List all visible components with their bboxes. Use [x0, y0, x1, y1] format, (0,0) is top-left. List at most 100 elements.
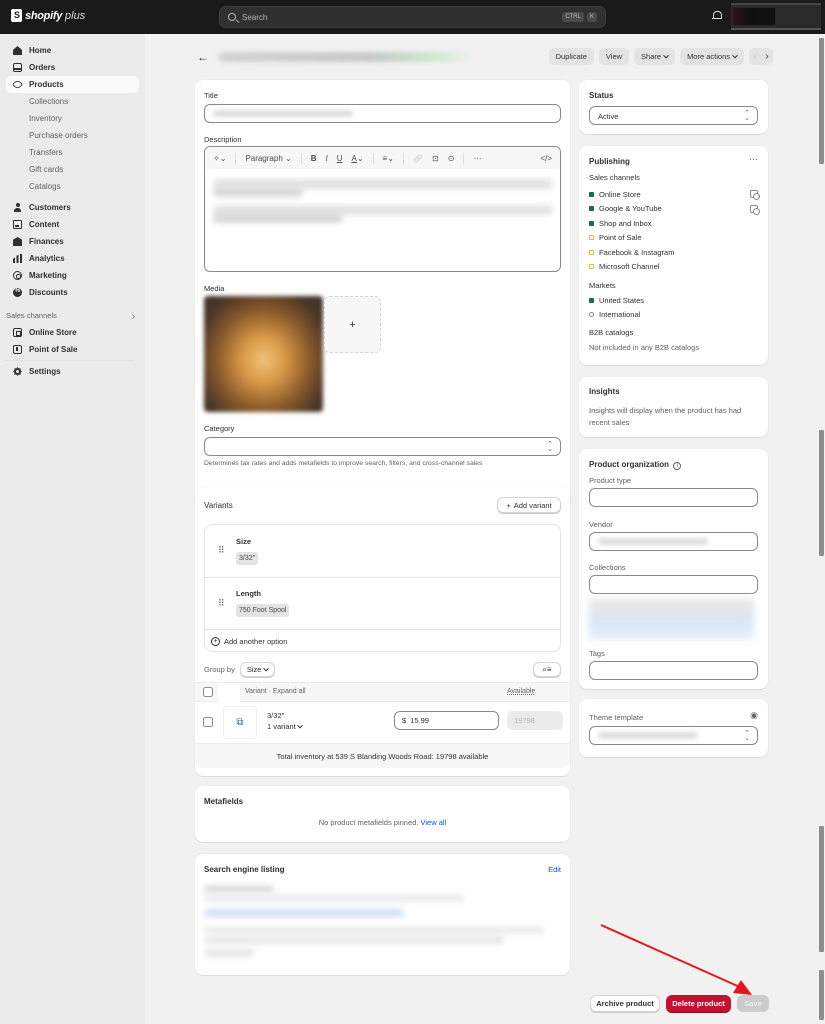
info-icon[interactable]: i [673, 462, 682, 470]
sidebar-item-purchase-orders[interactable]: Purchase orders [6, 127, 139, 144]
markets-row[interactable]: United States [589, 293, 758, 308]
title-input[interactable] [204, 104, 561, 123]
link-icon[interactable]: 🔗︎ [413, 154, 423, 163]
more-options-icon[interactable]: ··· [749, 154, 758, 164]
status-title: Status [589, 91, 614, 100]
drag-handle-icon[interactable]: ⠿ [218, 545, 225, 556]
align-icon[interactable]: ≡⌄ [383, 154, 394, 163]
select-all-checkbox[interactable] [203, 687, 213, 697]
share-button[interactable]: Share [634, 48, 676, 65]
text-color-icon[interactable]: A⌄ [352, 154, 364, 163]
status-select[interactable]: Active ⌃ ⌄ [589, 106, 758, 125]
add-media-button[interactable]: + [324, 296, 381, 353]
seo-store-redacted [204, 885, 274, 893]
seo-url-redacted [204, 894, 464, 902]
variant-column-header[interactable]: Variant · Expand all [245, 688, 306, 695]
theme-template-select[interactable]: ⌃ ⌄ [589, 726, 758, 745]
sales-channels-header[interactable]: Sales channels › [0, 307, 145, 324]
scrollbar-thumb[interactable] [819, 826, 824, 952]
sidebar-item-discounts[interactable]: Discounts [6, 284, 139, 301]
variant-image-placeholder-icon[interactable]: ⧉ [223, 706, 257, 739]
sidebar-item-finances[interactable]: Finances [6, 233, 139, 250]
sidebar-item-gift-cards[interactable]: Gift cards [6, 161, 139, 178]
save-button[interactable]: Save [737, 995, 769, 1012]
sidebar-item-settings[interactable]: Settings [6, 363, 139, 380]
sidebar-item-collections[interactable]: Collections [6, 93, 139, 110]
paragraph-format-select[interactable]: Paragraph ⌄ [245, 154, 291, 163]
product-type-input[interactable] [589, 488, 758, 507]
channels-row[interactable]: Online Store [589, 187, 760, 202]
more-icon[interactable]: ··· [473, 154, 481, 163]
sidebar-item-online-store[interactable]: Online Store [6, 324, 139, 341]
schedule-calendar-icon[interactable] [750, 190, 760, 201]
edit-seo-link[interactable]: Edit [548, 865, 561, 874]
scrollbar-thumb[interactable] [819, 430, 824, 556]
option-row[interactable]: ⠿ Length 750 Foot Spool [205, 578, 560, 630]
archive-product-button[interactable]: Archive product [590, 995, 660, 1012]
sidebar-item-analytics[interactable]: Analytics [6, 250, 139, 267]
channels-row[interactable]: Shop and Inbox [589, 216, 758, 231]
preview-eye-icon[interactable]: ◉ [750, 710, 758, 721]
shortcut-key: K [586, 12, 597, 22]
sidebar-item-home[interactable]: Home [6, 42, 139, 59]
row-checkbox[interactable] [203, 717, 213, 727]
markets-row[interactable]: International [589, 308, 758, 323]
video-icon[interactable]: ⊙ [448, 154, 455, 163]
brand-name: shopify [25, 9, 63, 22]
group-by-select[interactable]: Size [239, 662, 276, 677]
channels-row[interactable]: Microsoft Channel [589, 260, 758, 275]
search-bar[interactable]: Search CTRL K [219, 6, 606, 28]
sidebar-item-inventory[interactable]: Inventory [6, 110, 139, 127]
shopify-plus-logo[interactable]: shopifyplus [11, 9, 85, 22]
sidebar-item-catalogs[interactable]: Catalogs [6, 178, 139, 195]
scrollbar-thumb[interactable] [819, 970, 824, 1020]
price-input[interactable]: $ 15.99 [394, 711, 499, 730]
channels-name: Microsoft Channel [599, 262, 660, 272]
view-button[interactable]: View [598, 48, 630, 65]
more-actions-button[interactable]: More actions [680, 48, 744, 65]
account-menu[interactable] [731, 3, 821, 30]
search-filter-button[interactable]: ⌕≡ [533, 662, 561, 677]
italic-icon[interactable]: I [325, 154, 327, 163]
channels-row[interactable]: Facebook & Instagram [589, 245, 758, 260]
schedule-calendar-icon[interactable] [750, 204, 760, 215]
divider [235, 152, 237, 164]
sidebar-item-orders[interactable]: Orders [6, 59, 139, 76]
code-view-icon[interactable]: </> [540, 154, 552, 163]
delete-product-button[interactable]: Delete product [666, 995, 731, 1012]
channels-row[interactable]: Point of Sale [589, 231, 758, 246]
add-variant-button[interactable]: + Add variant [497, 497, 561, 513]
sidebar-item-content[interactable]: Content [6, 216, 139, 233]
table-row[interactable]: ⧉ 3/32" 1 variant $ 15.99 19798 [195, 702, 570, 742]
notifications-bell-icon[interactable] [712, 11, 722, 21]
search-filter-icon: ⌕≡ [542, 664, 552, 674]
sidebar-item-point-of-sale[interactable]: Point of Sale [6, 341, 139, 358]
collections-input[interactable] [589, 575, 758, 594]
duplicate-button[interactable]: Duplicate [548, 48, 594, 65]
underline-icon[interactable]: U [337, 154, 343, 163]
ai-magic-icon[interactable]: ✧⌄ [213, 154, 226, 163]
view-all-metafields-link[interactable]: View all [421, 818, 447, 827]
sidebar-item-transfers[interactable]: Transfers [6, 144, 139, 161]
add-another-option-button[interactable]: + Add another option [205, 630, 560, 652]
scrollbar-thumb[interactable] [819, 38, 824, 164]
image-icon[interactable]: ⊡ [432, 154, 439, 163]
vendor-input[interactable] [589, 532, 758, 551]
previous-product-button[interactable]: ‹ [749, 51, 761, 62]
channels-row[interactable]: Google & YouTube [589, 202, 760, 217]
tags-input[interactable] [589, 661, 758, 680]
nav-label: Discounts [29, 288, 68, 297]
sidebar-item-products[interactable]: Products [6, 76, 139, 93]
option-row[interactable]: ⠿ Size 3/32" [205, 525, 560, 578]
next-product-button[interactable]: › [761, 51, 773, 62]
markets-label: Markets [589, 281, 616, 290]
sidebar-item-customers[interactable]: Customers [6, 199, 139, 216]
variant-count-toggle[interactable]: 1 variant [267, 721, 303, 732]
bold-icon[interactable]: B [311, 154, 317, 163]
product-image[interactable] [204, 296, 323, 412]
back-arrow-icon[interactable]: ← [197, 50, 213, 64]
sidebar-item-marketing[interactable]: Marketing [6, 267, 139, 284]
category-select[interactable]: ⌃ ⌄ [204, 437, 561, 456]
drag-handle-icon[interactable]: ⠿ [218, 598, 225, 609]
page-scrollbar[interactable] [805, 34, 825, 1024]
